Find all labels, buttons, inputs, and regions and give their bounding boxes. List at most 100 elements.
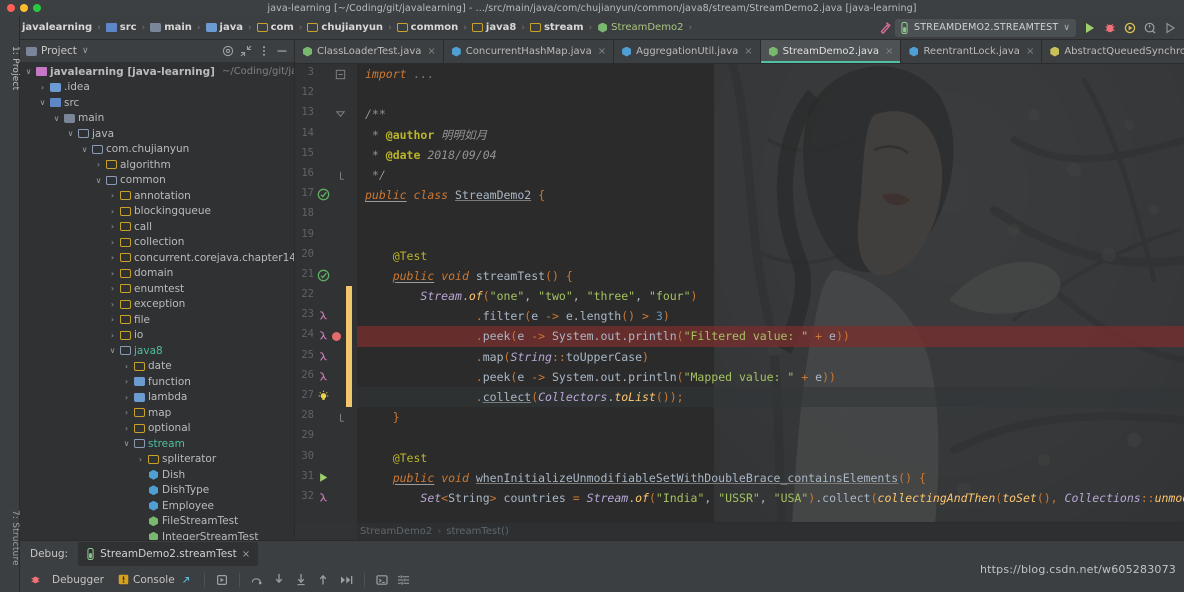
lambda-marker-icon[interactable] xyxy=(317,491,331,505)
tree-item[interactable]: ∨ com.chujianyun xyxy=(20,142,294,158)
tree-item[interactable]: › enumtest xyxy=(20,281,294,297)
tree-item[interactable]: › spliterator xyxy=(20,452,294,468)
gutter-line[interactable]: 14 xyxy=(295,125,357,145)
tool-window-structure-tab[interactable]: 7: Structure xyxy=(0,510,20,566)
tree-item[interactable]: ∨ stream xyxy=(20,436,294,452)
close-icon[interactable]: × xyxy=(242,549,250,560)
intention-bulb-icon[interactable] xyxy=(317,390,331,404)
gutter-line[interactable]: 30 xyxy=(295,448,357,468)
gutter-line[interactable]: 20 xyxy=(295,246,357,266)
chevron-right-icon[interactable]: › xyxy=(108,331,117,340)
tree-item[interactable]: ›Dish xyxy=(20,467,294,483)
gutter-line[interactable]: 17 xyxy=(295,185,357,205)
run-method-icon[interactable] xyxy=(317,471,331,485)
chevron-right-icon[interactable]: › xyxy=(38,83,47,92)
tree-item[interactable]: ›IntegerStreamTest xyxy=(20,529,294,540)
evaluate-expression-button[interactable] xyxy=(372,574,392,586)
tree-item[interactable]: ∨ src xyxy=(20,95,294,111)
build-project-button[interactable] xyxy=(875,18,895,38)
run-test-success-icon[interactable] xyxy=(317,269,331,283)
chevron-down-icon[interactable]: ∨ xyxy=(24,67,33,76)
fold-end-icon[interactable] xyxy=(334,411,346,423)
step-out-button[interactable] xyxy=(313,573,333,586)
editor-gutter[interactable]: 3 12 13 14 15 16 17 18 19 20 21 22 23 24 25 26 27 28 29 30 3… xyxy=(295,64,357,540)
tree-item[interactable]: › algorithm xyxy=(20,157,294,173)
breadcrumb-item-stream[interactable]: stream xyxy=(528,22,586,33)
chevron-right-icon[interactable]: › xyxy=(108,238,117,247)
run-button[interactable] xyxy=(1080,18,1100,38)
tree-item[interactable]: › blockingqueue xyxy=(20,204,294,220)
tree-item[interactable]: ∨ main xyxy=(20,111,294,127)
gutter-line[interactable]: 15 xyxy=(295,145,357,165)
tree-item[interactable]: ›Employee xyxy=(20,498,294,514)
chevron-right-icon[interactable]: › xyxy=(136,455,145,464)
code-lines[interactable]: import ... /** * @author 明明如月 * @date 20… xyxy=(357,64,1184,540)
profile-button[interactable] xyxy=(1140,18,1160,38)
chevron-right-icon[interactable]: › xyxy=(108,269,117,278)
tree-item[interactable]: › collection xyxy=(20,235,294,251)
breadcrumb-item-chujianyun[interactable]: chujianyun xyxy=(305,22,385,33)
tree-item[interactable]: › optional xyxy=(20,421,294,437)
lambda-marker-icon[interactable] xyxy=(317,370,331,384)
breakpoint-icon[interactable] xyxy=(332,332,341,342)
tree-item[interactable]: › call xyxy=(20,219,294,235)
fold-open-icon[interactable] xyxy=(334,108,346,120)
chevron-right-icon[interactable]: › xyxy=(122,424,131,433)
tree-item[interactable]: › file xyxy=(20,312,294,328)
tree-item[interactable]: › io xyxy=(20,328,294,344)
rerun-button[interactable] xyxy=(212,574,232,586)
debug-session-tab[interactable]: StreamDemo2.streamTest × xyxy=(78,542,259,566)
breadcrumb-item-common[interactable]: common xyxy=(395,22,461,33)
gutter-line[interactable]: 13 xyxy=(295,104,357,124)
code-editor[interactable]: 3 12 13 14 15 16 17 18 19 20 21 22 23 24 25 26 27 28 29 30 3… xyxy=(295,64,1184,540)
gutter-line[interactable]: 31 xyxy=(295,468,357,488)
editor-tab[interactable]: AggregationUtil.java × xyxy=(614,40,761,63)
tree-item[interactable]: ∨ java xyxy=(20,126,294,142)
tree-item[interactable]: › concurrent.corejava.chapter14 xyxy=(20,250,294,266)
run-test-success-icon[interactable] xyxy=(317,188,331,202)
minimize-icon[interactable] xyxy=(274,43,290,59)
chevron-right-icon[interactable]: › xyxy=(108,300,117,309)
tree-item[interactable]: › domain xyxy=(20,266,294,282)
breadcrumb-item-java[interactable]: java xyxy=(204,22,245,33)
close-icon[interactable]: × xyxy=(425,46,435,57)
step-into-button[interactable] xyxy=(269,573,289,586)
tree-item[interactable]: › lambda xyxy=(20,390,294,406)
tree-item[interactable]: ∨ common xyxy=(20,173,294,189)
tree-item[interactable]: › .idea xyxy=(20,80,294,96)
chevron-down-icon[interactable]: ∨ xyxy=(38,98,47,107)
chevron-down-icon[interactable]: ∨ xyxy=(122,439,131,448)
gutter-line[interactable]: 28 xyxy=(295,407,357,427)
close-icon[interactable]: × xyxy=(596,46,606,57)
tree-item[interactable]: ›DishType xyxy=(20,483,294,499)
fold-collapsed-icon[interactable] xyxy=(334,68,346,80)
chevron-down-icon[interactable]: ∨ xyxy=(82,46,89,56)
tree-item[interactable]: › function xyxy=(20,374,294,390)
close-icon[interactable]: × xyxy=(1024,46,1034,57)
close-icon[interactable]: × xyxy=(742,46,752,57)
chevron-down-icon[interactable]: ∨ xyxy=(52,114,61,123)
tree-item[interactable]: ›FileStreamTest xyxy=(20,514,294,530)
gutter-line[interactable]: 32 xyxy=(295,488,357,508)
breadcrumb-item-streamdemo2[interactable]: StreamDemo2 xyxy=(595,22,685,33)
force-step-into-button[interactable] xyxy=(291,573,311,586)
collapse-all-icon[interactable] xyxy=(238,43,254,59)
close-icon[interactable]: × xyxy=(883,46,893,57)
fold-end-icon[interactable] xyxy=(334,169,346,181)
gutter-line[interactable]: 12 xyxy=(295,84,357,104)
gutter-line[interactable]: 21 xyxy=(295,266,357,286)
editor-tab[interactable]: ClassLoaderTest.java × xyxy=(295,40,444,63)
chevron-right-icon[interactable]: › xyxy=(122,408,131,417)
breadcrumb-item-main[interactable]: main xyxy=(148,22,194,33)
chevron-right-icon[interactable]: › xyxy=(108,284,117,293)
run-anything-button[interactable] xyxy=(1160,18,1180,38)
run-configuration-selector[interactable]: STREAMDEMO2.STREAMTEST ∨ xyxy=(895,18,1076,37)
gutter-line[interactable]: 18 xyxy=(295,205,357,225)
breadcrumb-item-java8[interactable]: java8 xyxy=(470,22,518,33)
gutter-line[interactable]: 29 xyxy=(295,427,357,447)
run-coverage-button[interactable] xyxy=(1120,18,1140,38)
scroll-from-source-icon[interactable] xyxy=(220,43,236,59)
breadcrumb-item-src[interactable]: src xyxy=(104,22,139,33)
chevron-right-icon[interactable]: › xyxy=(122,362,131,371)
chevron-right-icon[interactable]: › xyxy=(108,207,117,216)
